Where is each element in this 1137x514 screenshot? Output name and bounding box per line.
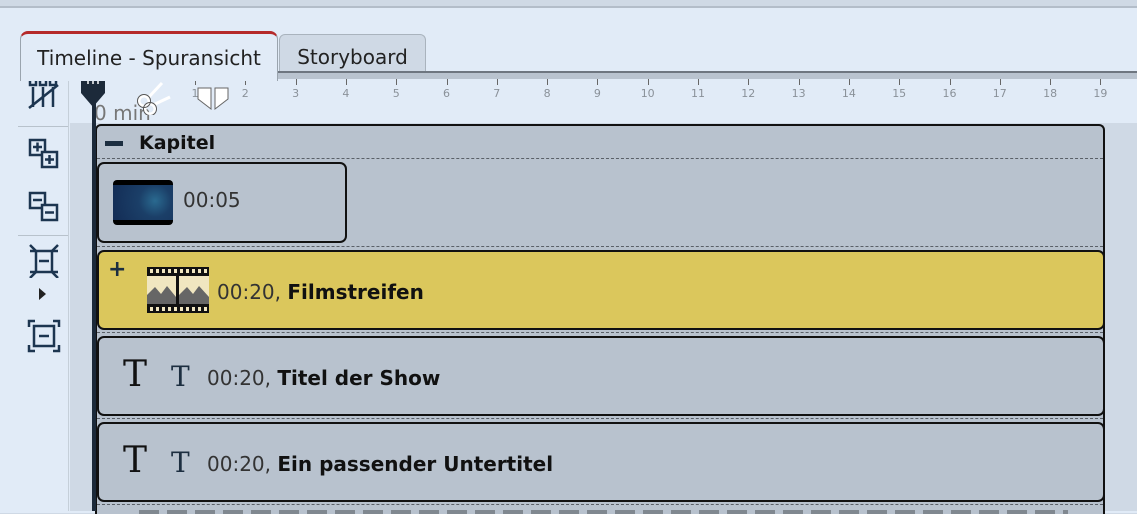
scissors-icon[interactable] — [136, 79, 172, 115]
text-clip[interactable]: T T 00:20, Titel der Show — [97, 336, 1105, 416]
toolbar-separator — [18, 126, 68, 127]
enlarge-tracks-button[interactable] — [20, 318, 68, 354]
ruler-tick — [446, 79, 448, 85]
playhead-line[interactable] — [92, 103, 96, 511]
ruler-tick-label: 9 — [593, 87, 601, 100]
ruler-tick — [999, 79, 1001, 85]
left-toolbar — [18, 73, 69, 511]
shrink-tracks-button[interactable] — [20, 243, 68, 279]
track-settings-icon — [28, 77, 59, 109]
ruler-tick — [396, 79, 398, 85]
clip-duration: 00:20, — [207, 366, 271, 390]
ruler-tick-label: 10 — [640, 87, 655, 100]
track-divider — [97, 332, 1103, 333]
text-icon: T — [171, 360, 190, 393]
tab-label: Storyboard — [297, 45, 408, 69]
ruler-tick — [345, 79, 347, 85]
ruler-tick-label: 2 — [241, 87, 249, 100]
toolbar-separator — [18, 235, 68, 236]
ruler-tick-label: 4 — [342, 87, 350, 100]
ruler-tick — [647, 79, 649, 85]
clip-name: Filmstreifen — [287, 280, 424, 304]
text-icon: T — [171, 446, 190, 479]
marker-icon[interactable] — [196, 87, 230, 113]
expand-all-icon — [28, 138, 59, 169]
ruler-tick-label: 14 — [841, 87, 856, 100]
ruler-tick-label: 16 — [942, 87, 957, 100]
clip-name: Titel der Show — [277, 366, 441, 390]
ruler-tick — [597, 79, 599, 85]
clip-label: 00:20, Ein passender Untertitel — [207, 452, 553, 476]
clip-duration: 00:20, — [207, 452, 271, 476]
track-divider — [97, 504, 1103, 505]
ruler-tick-label: 3 — [292, 87, 300, 100]
collapse-all-icon — [28, 191, 59, 222]
ruler-tick — [547, 79, 549, 85]
ruler-tick — [748, 79, 750, 85]
filmstrip-icon — [147, 267, 209, 313]
enlarge-tracks-icon — [27, 319, 61, 353]
chapter-title: Kapitel — [139, 132, 216, 154]
ruler-tick — [1100, 79, 1102, 85]
ruler-tick-label: 19 — [1093, 87, 1108, 100]
ruler-tick-label: 12 — [741, 87, 756, 100]
track-divider — [97, 158, 1103, 159]
clip-duration: 00:20, — [217, 280, 281, 304]
expand-clip-icon[interactable]: + — [108, 259, 126, 281]
chapter-header: Kapitel — [105, 129, 215, 157]
tab-label: Timeline - Spuransicht — [37, 45, 261, 70]
track-divider — [97, 246, 1103, 247]
ruler-tick-label: 15 — [892, 87, 907, 100]
timeline-area[interactable]: 0 min 1 2 3 4 5 6 7 8 9 10 11 12 13 14 15 16 17 18 19 Kapi… — [70, 71, 1137, 514]
text-style-icon: T — [123, 440, 148, 481]
image-thumbnail — [113, 180, 173, 225]
collapse-all-button[interactable] — [20, 189, 68, 225]
ruler-tick — [698, 79, 699, 85]
ruler-tick — [1050, 79, 1052, 85]
clip-name: Ein passender Untertitel — [277, 452, 554, 476]
ruler-tick-label: 17 — [992, 87, 1007, 100]
clip-label: 00:20, Filmstreifen — [217, 280, 424, 304]
clip-label: 00:20, Titel der Show — [207, 366, 440, 390]
collapse-chapter-icon[interactable] — [105, 140, 123, 146]
tab-timeline-spuransicht[interactable]: Timeline - Spuransicht — [20, 31, 278, 81]
ruler-tick-label: 13 — [791, 87, 806, 100]
clip-duration: 00:05 — [183, 188, 241, 212]
ruler-tick-label: 18 — [1043, 87, 1058, 100]
ruler-tick — [798, 79, 800, 85]
ruler-tick — [899, 79, 901, 85]
chapter-track[interactable]: Kapitel 00:05 + 00:20, Filmstreifen T T … — [95, 124, 1105, 514]
ruler-tick — [295, 79, 297, 85]
ruler-tick — [848, 79, 850, 85]
ruler-tick-label: 6 — [443, 87, 450, 100]
track-divider — [97, 418, 1103, 419]
ruler-tick — [949, 79, 951, 85]
shrink-tracks-icon — [29, 244, 59, 278]
ruler-tick-label: 7 — [493, 87, 501, 100]
text-style-icon: T — [123, 354, 148, 395]
image-clip[interactable]: 00:05 — [97, 162, 347, 243]
ruler-tick — [496, 79, 498, 85]
ruler-tick-label: 8 — [543, 87, 551, 100]
filmstrip-clip[interactable]: + 00:20, Filmstreifen — [97, 250, 1105, 330]
text-clip[interactable]: T T 00:20, Ein passender Untertitel — [97, 422, 1105, 502]
ruler-tick-label: 5 — [392, 87, 400, 100]
expand-all-button[interactable] — [20, 136, 68, 172]
expand-arrow-icon[interactable] — [39, 288, 46, 300]
ruler-tick-label: 11 — [691, 87, 705, 100]
